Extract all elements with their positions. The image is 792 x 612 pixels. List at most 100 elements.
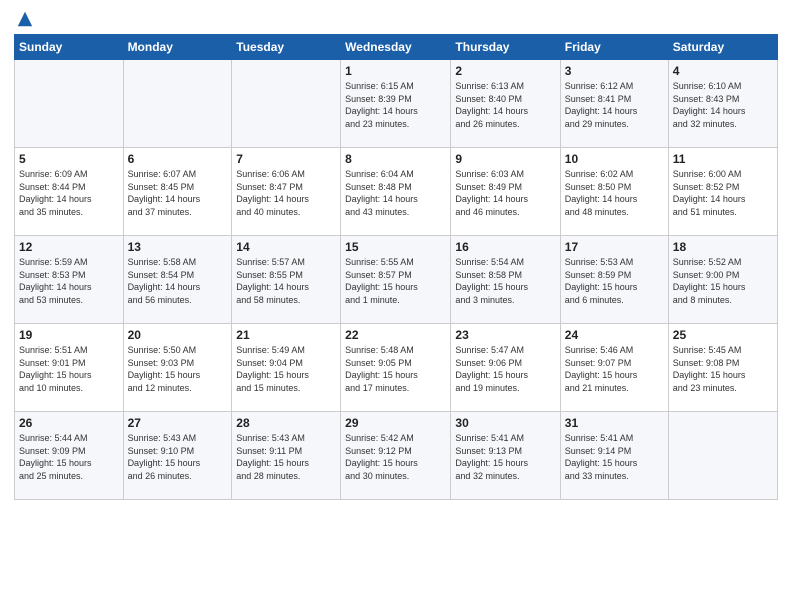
day-info: Sunrise: 5:45 AM Sunset: 9:08 PM Dayligh…: [673, 344, 773, 394]
day-info: Sunrise: 5:43 AM Sunset: 9:10 PM Dayligh…: [128, 432, 228, 482]
calendar-day-cell: 29 Sunrise: 5:42 AM Sunset: 9:12 PM Dayli…: [341, 412, 451, 500]
header: [14, 10, 778, 28]
day-info: Sunrise: 5:50 AM Sunset: 9:03 PM Dayligh…: [128, 344, 228, 394]
calendar-day-cell: 15 Sunrise: 5:55 AM Sunset: 8:57 PM Dayli…: [341, 236, 451, 324]
header-day: Monday: [123, 35, 232, 60]
day-number: 3: [565, 64, 664, 78]
day-number: 29: [345, 416, 446, 430]
day-number: 16: [455, 240, 555, 254]
calendar-day-cell: 25 Sunrise: 5:45 AM Sunset: 9:08 PM Dayli…: [668, 324, 777, 412]
calendar-day-cell: 10 Sunrise: 6:02 AM Sunset: 8:50 PM Dayli…: [560, 148, 668, 236]
day-info: Sunrise: 6:07 AM Sunset: 8:45 PM Dayligh…: [128, 168, 228, 218]
day-number: 5: [19, 152, 119, 166]
calendar-week-row: 26Sunrise: 5:44 AM Sunset: 9:09 PM Dayli…: [15, 412, 778, 500]
day-info: Sunrise: 6:10 AM Sunset: 8:43 PM Dayligh…: [673, 80, 773, 130]
calendar-week-row: 1 Sunrise: 6:15 AM Sunset: 8:39 PM Daylig…: [15, 60, 778, 148]
day-number: 4: [673, 64, 773, 78]
calendar-day-cell: 4 Sunrise: 6:10 AM Sunset: 8:43 PM Daylig…: [668, 60, 777, 148]
calendar-day-cell: [15, 60, 124, 148]
day-info: Sunrise: 6:02 AM Sunset: 8:50 PM Dayligh…: [565, 168, 664, 218]
calendar-day-cell: 13 Sunrise: 5:58 AM Sunset: 8:54 PM Dayli…: [123, 236, 232, 324]
calendar-day-cell: 30Sunrise: 5:41 AM Sunset: 9:13 PM Dayli…: [451, 412, 560, 500]
calendar-day-cell: 14 Sunrise: 5:57 AM Sunset: 8:55 PM Dayli…: [232, 236, 341, 324]
day-info: Sunrise: 5:41 AM Sunset: 9:14 PM Dayligh…: [565, 432, 664, 482]
calendar-week-row: 5 Sunrise: 6:09 AM Sunset: 8:44 PM Daylig…: [15, 148, 778, 236]
day-info: Sunrise: 5:59 AM Sunset: 8:53 PM Dayligh…: [19, 256, 119, 306]
calendar-body: 1 Sunrise: 6:15 AM Sunset: 8:39 PM Daylig…: [15, 60, 778, 500]
day-info: Sunrise: 5:57 AM Sunset: 8:55 PM Dayligh…: [236, 256, 336, 306]
day-info: Sunrise: 5:48 AM Sunset: 9:05 PM Dayligh…: [345, 344, 446, 394]
calendar-day-cell: 26Sunrise: 5:44 AM Sunset: 9:09 PM Dayli…: [15, 412, 124, 500]
day-number: 24: [565, 328, 664, 342]
day-number: 8: [345, 152, 446, 166]
calendar-day-cell: 18 Sunrise: 5:52 AM Sunset: 9:00 PM Dayli…: [668, 236, 777, 324]
calendar-day-cell: 1 Sunrise: 6:15 AM Sunset: 8:39 PM Daylig…: [341, 60, 451, 148]
calendar-day-cell: [232, 60, 341, 148]
day-info: Sunrise: 5:58 AM Sunset: 8:54 PM Dayligh…: [128, 256, 228, 306]
day-number: 23: [455, 328, 555, 342]
day-number: 25: [673, 328, 773, 342]
calendar-day-cell: 23 Sunrise: 5:47 AM Sunset: 9:06 PM Dayli…: [451, 324, 560, 412]
calendar-day-cell: 9 Sunrise: 6:03 AM Sunset: 8:49 PM Daylig…: [451, 148, 560, 236]
calendar-day-cell: 20 Sunrise: 5:50 AM Sunset: 9:03 PM Dayli…: [123, 324, 232, 412]
calendar-day-cell: 12Sunrise: 5:59 AM Sunset: 8:53 PM Dayli…: [15, 236, 124, 324]
day-info: Sunrise: 6:12 AM Sunset: 8:41 PM Dayligh…: [565, 80, 664, 130]
day-info: Sunrise: 5:42 AM Sunset: 9:12 PM Dayligh…: [345, 432, 446, 482]
calendar-day-cell: 3 Sunrise: 6:12 AM Sunset: 8:41 PM Daylig…: [560, 60, 668, 148]
logo-icon: [16, 10, 34, 28]
calendar-day-cell: 6 Sunrise: 6:07 AM Sunset: 8:45 PM Daylig…: [123, 148, 232, 236]
calendar-day-cell: 7Sunrise: 6:06 AM Sunset: 8:47 PM Daylig…: [232, 148, 341, 236]
day-number: 13: [128, 240, 228, 254]
day-number: 14: [236, 240, 336, 254]
day-number: 19: [19, 328, 119, 342]
calendar: SundayMondayTuesdayWednesdayThursdayFrid…: [14, 34, 778, 500]
day-info: Sunrise: 6:03 AM Sunset: 8:49 PM Dayligh…: [455, 168, 555, 218]
day-info: Sunrise: 5:52 AM Sunset: 9:00 PM Dayligh…: [673, 256, 773, 306]
header-day: Friday: [560, 35, 668, 60]
day-number: 15: [345, 240, 446, 254]
calendar-day-cell: 22 Sunrise: 5:48 AM Sunset: 9:05 PM Dayli…: [341, 324, 451, 412]
day-number: 9: [455, 152, 555, 166]
day-number: 18: [673, 240, 773, 254]
day-number: 20: [128, 328, 228, 342]
calendar-week-row: 12Sunrise: 5:59 AM Sunset: 8:53 PM Dayli…: [15, 236, 778, 324]
day-number: 2: [455, 64, 555, 78]
day-number: 7: [236, 152, 336, 166]
calendar-day-cell: 24 Sunrise: 5:46 AM Sunset: 9:07 PM Dayli…: [560, 324, 668, 412]
day-number: 1: [345, 64, 446, 78]
calendar-header: SundayMondayTuesdayWednesdayThursdayFrid…: [15, 35, 778, 60]
header-day: Tuesday: [232, 35, 341, 60]
day-info: Sunrise: 6:04 AM Sunset: 8:48 PM Dayligh…: [345, 168, 446, 218]
day-info: Sunrise: 6:15 AM Sunset: 8:39 PM Dayligh…: [345, 80, 446, 130]
calendar-day-cell: 21Sunrise: 5:49 AM Sunset: 9:04 PM Dayli…: [232, 324, 341, 412]
calendar-day-cell: [123, 60, 232, 148]
day-number: 17: [565, 240, 664, 254]
day-info: Sunrise: 5:55 AM Sunset: 8:57 PM Dayligh…: [345, 256, 446, 306]
day-info: Sunrise: 6:09 AM Sunset: 8:44 PM Dayligh…: [19, 168, 119, 218]
calendar-day-cell: 16 Sunrise: 5:54 AM Sunset: 8:58 PM Dayli…: [451, 236, 560, 324]
calendar-day-cell: 5 Sunrise: 6:09 AM Sunset: 8:44 PM Daylig…: [15, 148, 124, 236]
day-info: Sunrise: 5:54 AM Sunset: 8:58 PM Dayligh…: [455, 256, 555, 306]
calendar-day-cell: [668, 412, 777, 500]
logo: [14, 10, 34, 28]
day-number: 10: [565, 152, 664, 166]
day-number: 22: [345, 328, 446, 342]
day-info: Sunrise: 5:53 AM Sunset: 8:59 PM Dayligh…: [565, 256, 664, 306]
calendar-day-cell: 8 Sunrise: 6:04 AM Sunset: 8:48 PM Daylig…: [341, 148, 451, 236]
page: SundayMondayTuesdayWednesdayThursdayFrid…: [0, 0, 792, 612]
header-day: Thursday: [451, 35, 560, 60]
day-info: Sunrise: 6:13 AM Sunset: 8:40 PM Dayligh…: [455, 80, 555, 130]
calendar-day-cell: 19 Sunrise: 5:51 AM Sunset: 9:01 PM Dayli…: [15, 324, 124, 412]
calendar-day-cell: 2 Sunrise: 6:13 AM Sunset: 8:40 PM Daylig…: [451, 60, 560, 148]
header-day: Saturday: [668, 35, 777, 60]
header-day: Wednesday: [341, 35, 451, 60]
day-info: Sunrise: 5:51 AM Sunset: 9:01 PM Dayligh…: [19, 344, 119, 394]
day-number: 11: [673, 152, 773, 166]
day-number: 6: [128, 152, 228, 166]
day-info: Sunrise: 5:47 AM Sunset: 9:06 PM Dayligh…: [455, 344, 555, 394]
calendar-day-cell: 31Sunrise: 5:41 AM Sunset: 9:14 PM Dayli…: [560, 412, 668, 500]
day-number: 26: [19, 416, 119, 430]
day-number: 28: [236, 416, 336, 430]
day-number: 30: [455, 416, 555, 430]
day-info: Sunrise: 5:46 AM Sunset: 9:07 PM Dayligh…: [565, 344, 664, 394]
